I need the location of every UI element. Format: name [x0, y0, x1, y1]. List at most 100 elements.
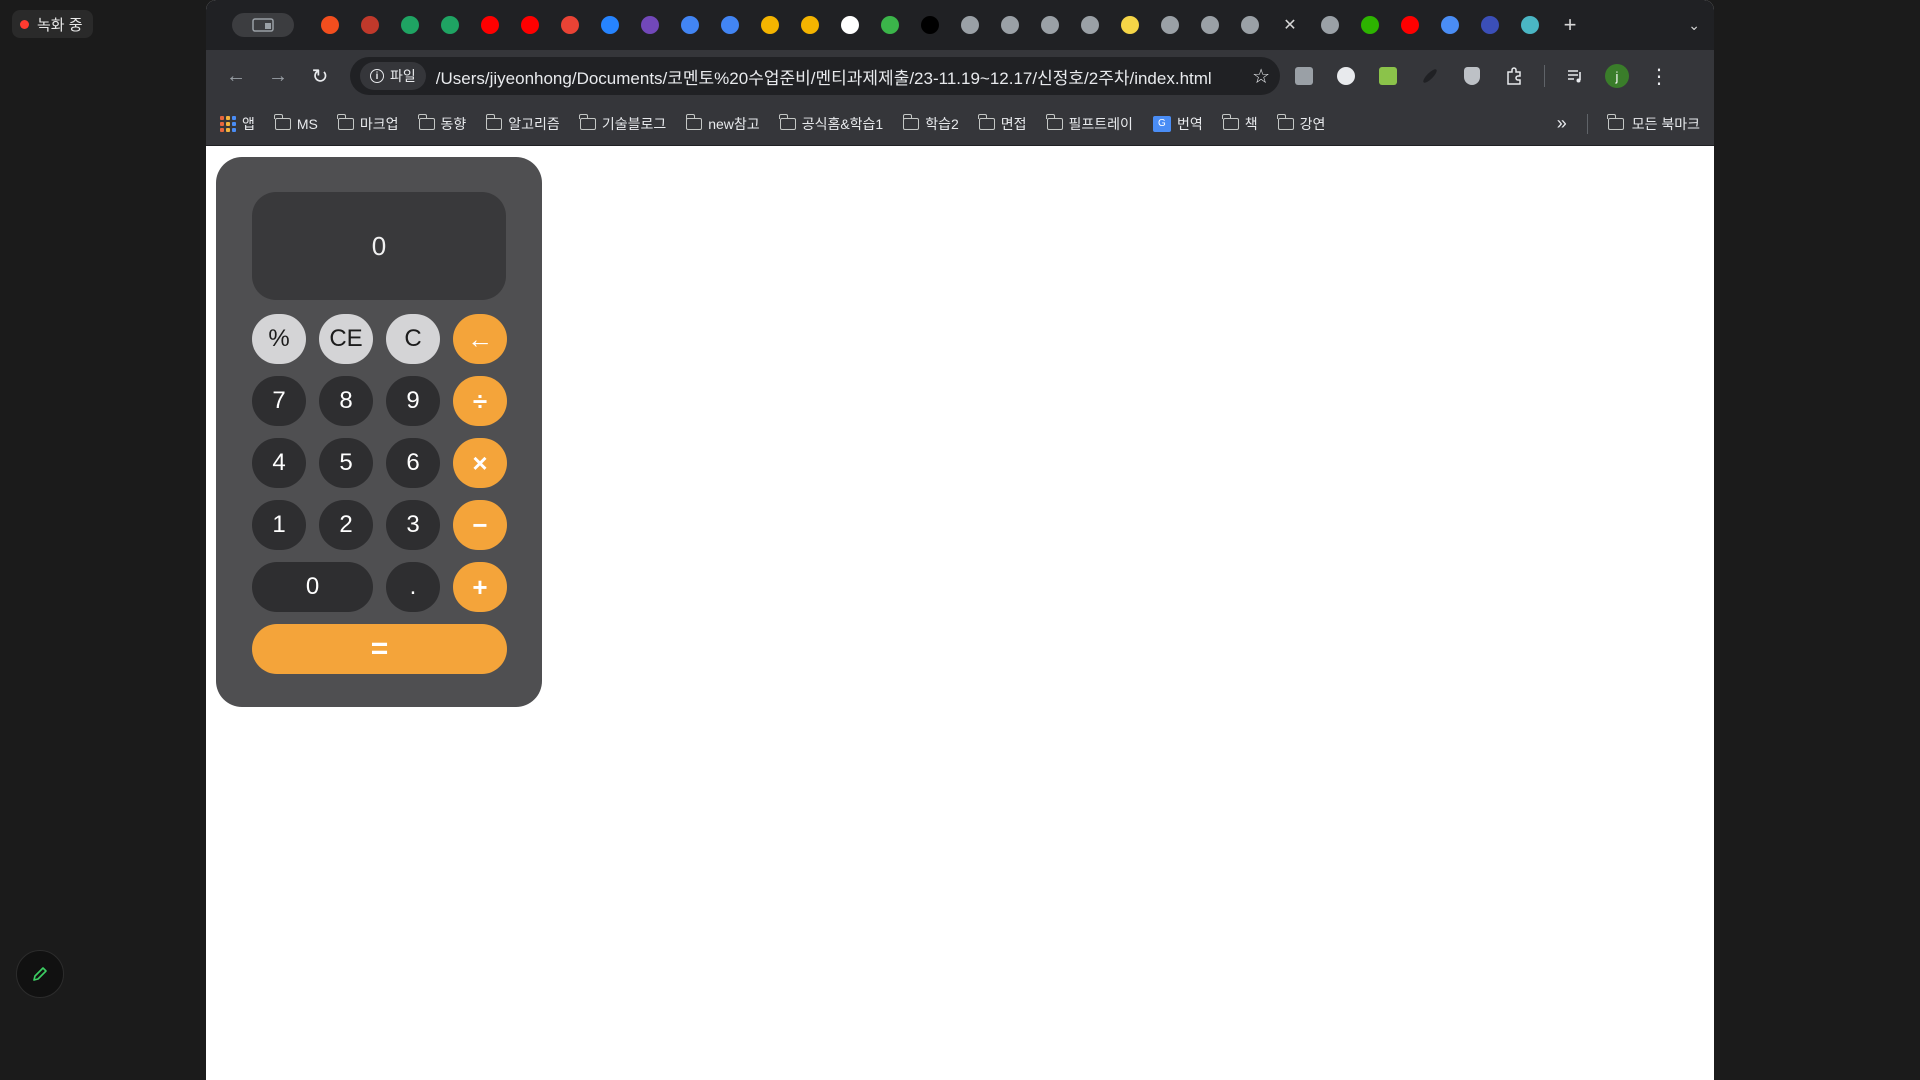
bookmark-folder[interactable]: 강연 — [1277, 113, 1326, 134]
forms-tab[interactable] — [634, 9, 666, 41]
s-tab[interactable] — [1434, 9, 1466, 41]
gmail-tab-icon — [561, 16, 579, 34]
digit-2-key[interactable]: 2 — [319, 500, 373, 550]
globe-tab-5[interactable] — [1154, 9, 1186, 41]
bookmark-folder[interactable]: 기술블로그 — [579, 113, 666, 134]
docs-tab-1[interactable] — [674, 9, 706, 41]
multiply-key[interactable]: × — [453, 438, 507, 488]
notion-red-tab[interactable] — [354, 9, 386, 41]
docs-tab-2[interactable] — [714, 9, 746, 41]
tab-strip: ✕ + ⌄ — [206, 0, 1714, 50]
globe-tab-7[interactable] — [1234, 9, 1266, 41]
docs-tab-1-icon — [681, 16, 699, 34]
bookmark-folder-label: 책 — [1244, 115, 1258, 132]
clear-entry-key[interactable]: CE — [319, 314, 373, 364]
folder-icon — [274, 113, 291, 130]
leaf-tab[interactable] — [874, 9, 906, 41]
sheets-tab-1[interactable] — [394, 9, 426, 41]
backspace-key[interactable]: ← — [453, 314, 507, 364]
r-tab[interactable] — [914, 9, 946, 41]
globe-tab-8[interactable] — [1314, 9, 1346, 41]
globe-tab-2[interactable] — [994, 9, 1026, 41]
monitor-tab[interactable] — [1474, 9, 1506, 41]
media-control-icon[interactable] — [1557, 58, 1593, 94]
globe-tab-6[interactable] — [1194, 9, 1226, 41]
decimal-key[interactable]: . — [386, 562, 440, 612]
digit-5-key[interactable]: 5 — [319, 438, 373, 488]
globe-tab-8-icon — [1321, 16, 1339, 34]
bookmark-folder[interactable]: 마크업 — [337, 113, 399, 134]
percent-key[interactable]: % — [252, 314, 306, 364]
globe-tab-3[interactable] — [1034, 9, 1066, 41]
youtube-tab-2-icon — [521, 16, 539, 34]
figma-tab[interactable] — [314, 9, 346, 41]
globe-tab-4[interactable] — [1074, 9, 1106, 41]
youtube-tab-1[interactable] — [474, 9, 506, 41]
bookmark-folder[interactable]: MS — [274, 113, 318, 132]
tab-list-chevron-icon[interactable]: ⌄ — [1688, 17, 1700, 34]
youtube-tab-3[interactable] — [1394, 9, 1426, 41]
gmail-tab[interactable] — [554, 9, 586, 41]
mj-tab[interactable] — [1114, 9, 1146, 41]
digit-9-key[interactable]: 9 — [386, 376, 440, 426]
bookmark-apps[interactable]: 앱 — [220, 114, 255, 134]
bookmark-folder[interactable]: 공식홈&학습1 — [779, 113, 883, 134]
bookmark-folder[interactable]: new참고 — [685, 113, 760, 134]
sheets-tab-2[interactable] — [434, 9, 466, 41]
pen-extension-icon[interactable] — [1412, 58, 1448, 94]
puzzle-extensions-icon[interactable] — [1496, 58, 1532, 94]
naver-tab[interactable] — [1354, 9, 1386, 41]
bookmark-folder[interactable]: 학습2 — [902, 113, 959, 134]
equals-key[interactable]: = — [252, 624, 507, 674]
tab-search-toggle[interactable] — [232, 13, 294, 37]
calculator: 0 % CE C ← 7 8 9 ÷ 4 5 6 × 1 2 3− 0. + = — [216, 157, 542, 707]
bookmark-folder[interactable]: 필프트레이 — [1046, 113, 1133, 134]
divide-key[interactable]: ÷ — [453, 376, 507, 426]
calculator-keypad: % CE C ← 7 8 9 ÷ 4 5 6 × 1 2 3− 0. + = — [252, 314, 507, 674]
bookmark-folder-label: 강연 — [1299, 115, 1326, 132]
address-bar[interactable]: i 파일 /Users/jiyeonhong/Documents/코멘토%20수… — [350, 57, 1280, 95]
subtract-key[interactable]: − — [453, 500, 507, 550]
github-tab[interactable] — [834, 9, 866, 41]
digit-3-key[interactable]: 3 — [386, 500, 440, 550]
all-bookmarks-folder[interactable]: 모든 북마크 — [1586, 113, 1700, 134]
slides-tab-1[interactable] — [754, 9, 786, 41]
forward-button[interactable]: → — [260, 58, 296, 94]
jira-tab[interactable] — [594, 9, 626, 41]
digit-1-key[interactable]: 1 — [252, 500, 306, 550]
tab-close-icon[interactable]: ✕ — [1274, 9, 1306, 41]
recording-label: 녹화 중 — [37, 16, 83, 34]
bookmark-folder[interactable]: 동향 — [418, 113, 466, 134]
shield-extension-icon[interactable] — [1454, 58, 1490, 94]
slides-tab-2[interactable] — [794, 9, 826, 41]
annotate-pen-button[interactable] — [16, 950, 64, 998]
digit-6-key[interactable]: 6 — [386, 438, 440, 488]
circle-tab[interactable] — [1514, 9, 1546, 41]
site-info-chip[interactable]: i 파일 — [360, 62, 426, 90]
back-button[interactable]: ← — [218, 58, 254, 94]
digit-4-key[interactable]: 4 — [252, 438, 306, 488]
camera-extension-icon[interactable] — [1286, 58, 1322, 94]
globe-tab-1[interactable] — [954, 9, 986, 41]
bookmarks-overflow-chevron-icon[interactable]: » — [1557, 113, 1567, 134]
playlist-icon — [1568, 70, 1581, 83]
youtube-tab-2[interactable] — [514, 9, 546, 41]
circle-extension-icon[interactable] — [1328, 58, 1364, 94]
bookmark-folder-label: 마크업 — [359, 115, 399, 132]
browser-menu-button[interactable]: ⋮ — [1641, 58, 1677, 94]
green-extension-icon[interactable] — [1370, 58, 1406, 94]
clear-key[interactable]: C — [386, 314, 440, 364]
bookmark-folder[interactable]: 알고리즘 — [485, 113, 560, 134]
digit-7-key[interactable]: 7 — [252, 376, 306, 426]
reload-button[interactable]: ↻ — [302, 58, 338, 94]
new-tab-button[interactable]: + — [1554, 9, 1586, 41]
url-text[interactable]: /Users/jiyeonhong/Documents/코멘토%20수업준비/멘… — [436, 64, 1242, 89]
digit-8-key[interactable]: 8 — [319, 376, 373, 426]
bookmark-folder[interactable]: 책 — [1222, 113, 1258, 134]
bookmark-star-icon[interactable]: ☆ — [1252, 64, 1270, 89]
profile-avatar[interactable]: j — [1599, 58, 1635, 94]
bookmark-translate[interactable]: G 번역 — [1152, 114, 1203, 134]
bookmark-folder[interactable]: 면접 — [978, 113, 1027, 134]
add-key[interactable]: + — [453, 562, 507, 612]
digit-0-key[interactable]: 0 — [252, 562, 373, 612]
